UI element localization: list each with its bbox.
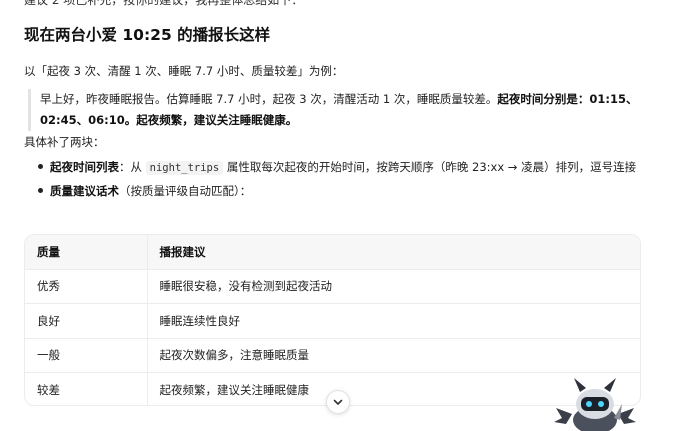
scroll-to-bottom-button[interactable] (326, 390, 350, 414)
advice-cell: 睡眠很安稳，没有检测到起夜活动 (147, 269, 640, 304)
quality-advice-table: 质量 播报建议 优秀 睡眠很安稳，没有检测到起夜活动 良好 睡眠连续性良好 一般… (24, 234, 641, 406)
column-header-quality: 质量 (25, 235, 148, 270)
robot-mascot-icon[interactable] (552, 374, 638, 431)
section-heading: 现在两台小爱 10:25 的播报长这样 (24, 26, 271, 44)
table-row: 一般 起夜次数偏多，注意睡眠质量 (25, 338, 640, 373)
advice-cell: 睡眠连续性良好 (147, 303, 640, 339)
table-row: 良好 睡眠连续性良好 (25, 303, 640, 339)
chevron-down-icon (333, 399, 343, 405)
advice-cell: 起夜次数偏多，注意睡眠质量 (147, 338, 640, 373)
list-item-title: 质量建议话术 (50, 184, 119, 198)
inline-code: night_trips (145, 161, 224, 175)
list-item: 质量建议话术（按质量评级自动匹配）： (36, 181, 636, 205)
quality-cell: 较差 (25, 372, 148, 405)
quote-normal-text: 早上好，昨夜睡眠报告。估算睡眠 7.7 小时，起夜 3 次，清醒活动 1 次，睡… (40, 92, 498, 106)
broadcast-example-quote: 早上好，昨夜睡眠报告。估算睡眠 7.7 小时，起夜 3 次，清醒活动 1 次，睡… (28, 89, 640, 131)
details-lead-text: 具体补了两块： (24, 135, 105, 149)
list-item-text: 属性取每次起夜的开始时间，按跨天顺序（昨晚 23:xx → 凌晨）排列，逗号连接 (223, 160, 637, 174)
table-row: 优秀 睡眠很安稳，没有检测到起夜活动 (25, 269, 640, 304)
previous-text-fragment: 建议 2 项已补充，按你的建议，我再整体总结如下： (24, 0, 304, 7)
list-item-text: （按质量评级自动匹配）： (119, 184, 252, 198)
quality-cell: 良好 (25, 303, 148, 339)
quality-cell: 一般 (25, 338, 148, 373)
table-header-row: 质量 播报建议 (25, 235, 640, 270)
list-item-title: 起夜时间列表 (50, 160, 119, 174)
quality-cell: 优秀 (25, 269, 148, 304)
column-header-advice: 播报建议 (147, 235, 640, 270)
list-item: 起夜时间列表：从 night_trips 属性取每次起夜的开始时间，按跨天顺序（… (36, 157, 636, 181)
intro-text: 以「起夜 3 次、清醒 1 次、睡眠 7.7 小时、质量较差」为例： (24, 64, 344, 78)
details-list: 起夜时间列表：从 night_trips 属性取每次起夜的开始时间，按跨天顺序（… (36, 157, 636, 205)
